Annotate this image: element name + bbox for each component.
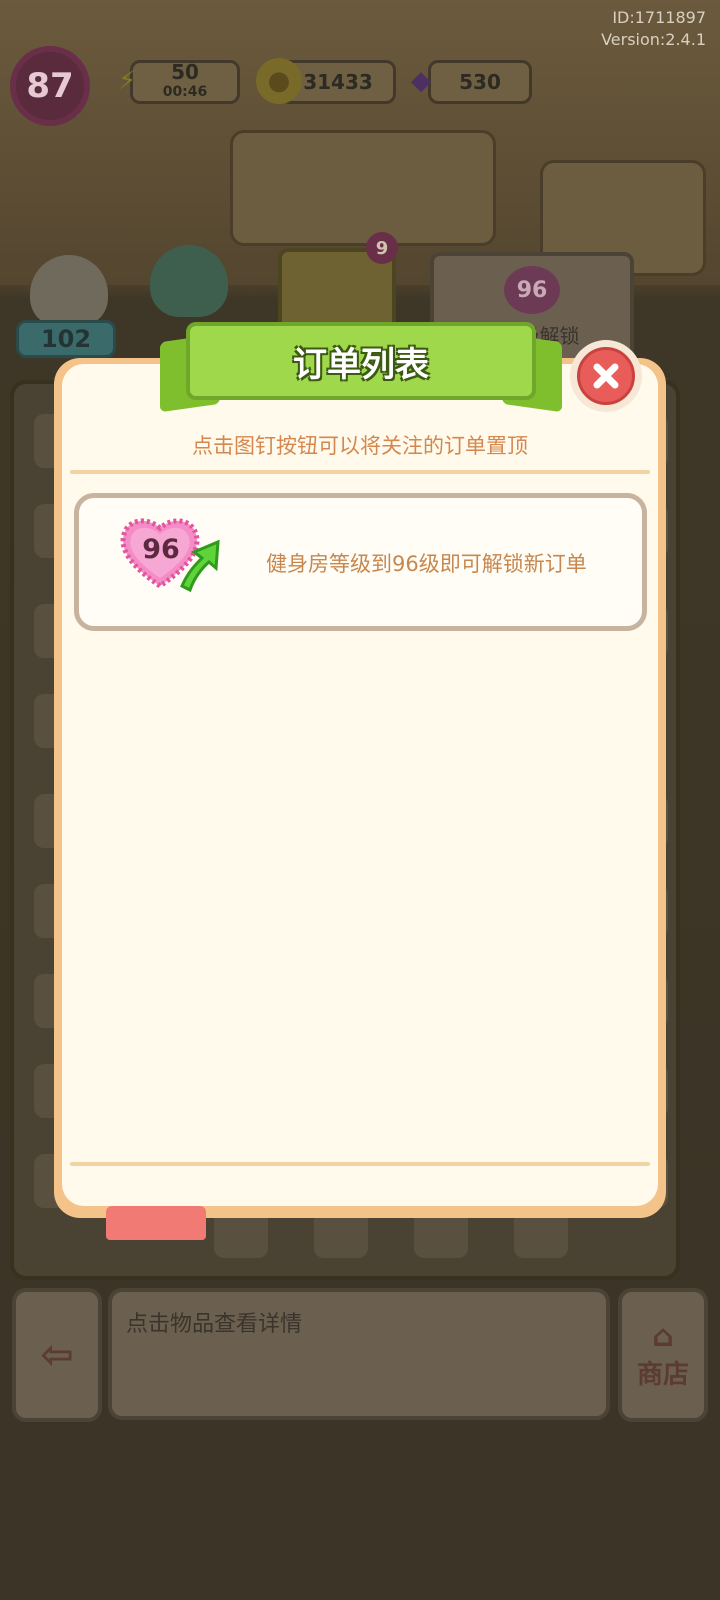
player-id: ID:1711897 (612, 8, 706, 27)
order-list-panel (62, 364, 658, 1206)
exit-button[interactable]: ⇦ (12, 1288, 102, 1422)
level-value: 87 (26, 66, 74, 106)
unlock-requirement-text: 健身房等级到96级即可解锁新订单 (266, 552, 587, 576)
room-counter (230, 130, 496, 246)
item-info-box: 点击物品查看详情 (108, 1288, 610, 1420)
character-badge[interactable]: 102 (16, 320, 116, 358)
energy-value: 50 (171, 60, 199, 84)
shop-label: 商店 (636, 1360, 689, 1390)
pin-hint-text: 点击图钉按钮可以将关注的订单置顶 (192, 434, 528, 458)
coins-value: 31433 (303, 70, 373, 94)
required-level: 96 (142, 534, 180, 565)
exit-door-icon: ⇦ (40, 1332, 74, 1378)
item-info-placeholder: 点击物品查看详情 (126, 1312, 303, 1337)
version-label: Version:2.4.1 (601, 30, 706, 49)
close-icon (577, 347, 635, 405)
footer-divider (70, 1162, 650, 1166)
dialog-title: 订单列表 (293, 344, 429, 385)
panel-bookmark-tab (106, 1206, 206, 1240)
shop-button[interactable]: ⌂ 商店 (618, 1288, 708, 1422)
shop-icon: ⌂ (652, 1319, 674, 1354)
gems-value: 530 (459, 70, 501, 94)
close-button[interactable] (570, 340, 642, 412)
orders-count-badge: 9 (366, 232, 398, 264)
gem-icon: ◆ (411, 66, 431, 96)
level-heart-icon: 96 (504, 266, 560, 314)
character-coach[interactable] (150, 245, 228, 317)
coin-icon: ● (256, 58, 302, 104)
title-ribbon: 订单列表 (186, 322, 536, 400)
level-badge[interactable]: 87 (10, 46, 90, 126)
lightning-icon: ⚡ (117, 66, 137, 96)
header-divider (70, 470, 650, 474)
character-worker[interactable] (30, 255, 108, 327)
energy-timer: 00:46 (162, 84, 208, 100)
